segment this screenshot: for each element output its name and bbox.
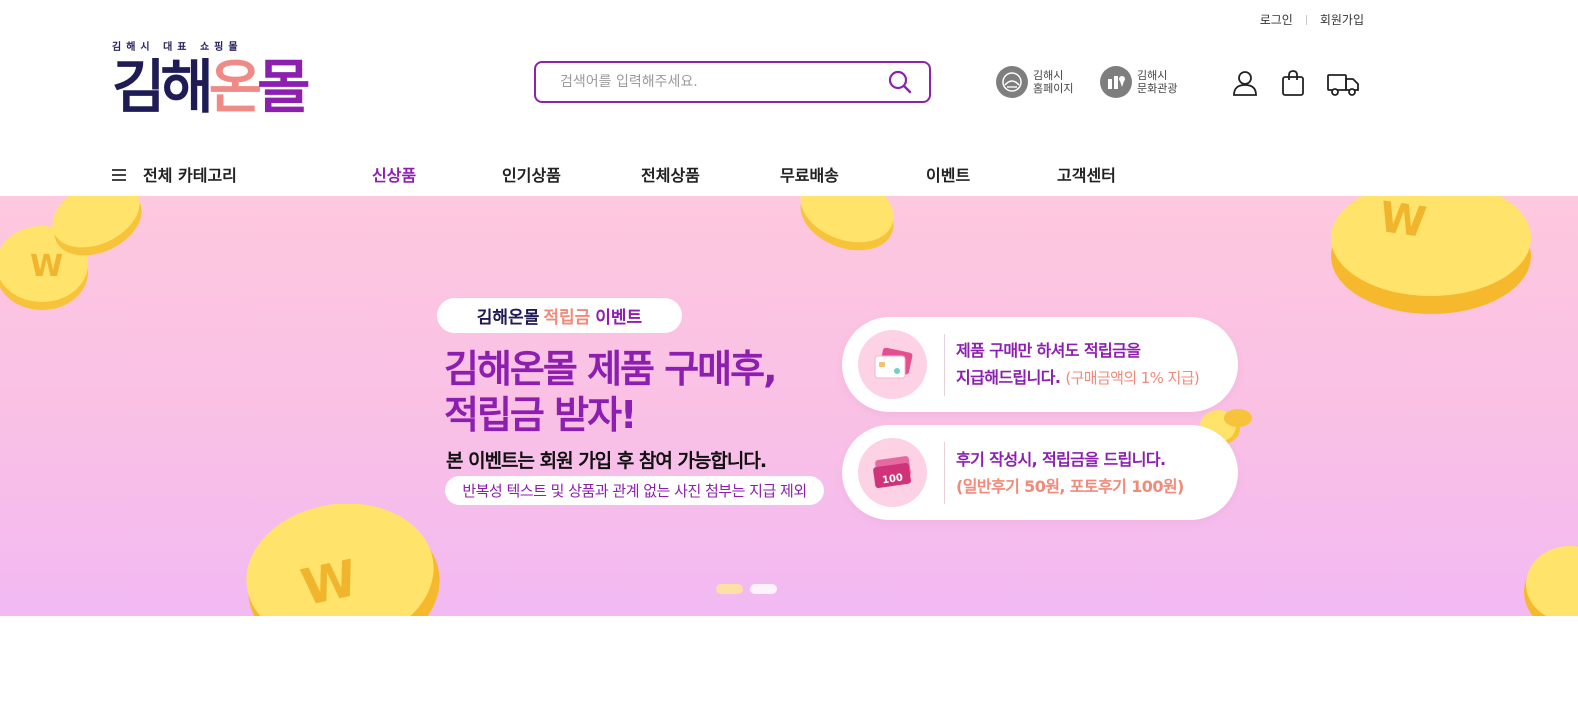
coin-decoration (800, 196, 894, 251)
event-tag-reward: 적립금 (543, 308, 591, 328)
event-tag: 김해온몰 적립금 이벤트 (437, 298, 682, 333)
review-reward-card: 100 후기 작성시, 적립금을 드립니다. (일반후기 50원, 포토후기 1… (842, 425, 1238, 520)
divider (1305, 14, 1307, 25)
search-input[interactable] (560, 74, 887, 90)
map-pin-icon (1100, 66, 1132, 98)
reward-note: (구매금액의 1% 지급) (1065, 369, 1200, 387)
logo-tagline: 김해시 대표 쇼핑몰 (112, 42, 243, 53)
review-line-1: 후기 작성시, 적립금을 드립니다. (956, 449, 1166, 469)
login-link[interactable]: 로그인 (1260, 11, 1293, 28)
nav-all-products[interactable]: 전체상품 (641, 162, 700, 186)
shopping-bag-icon[interactable] (1279, 69, 1307, 97)
hero-banner[interactable]: W W W 김해온몰 적립금 이벤트 김해온몰 제품 구매후, 적립금 받자! … (0, 196, 1578, 616)
nav-customer-center[interactable]: 고객센터 (1057, 162, 1116, 186)
100-bill-icon: 100 (858, 438, 927, 507)
quick-link-tourism[interactable]: 김해시 문화관광 (1100, 66, 1189, 98)
site-logo[interactable]: 김해시 대표 쇼핑몰 김해온몰 (112, 38, 311, 121)
card-icon (858, 330, 927, 399)
review-reward-text: 후기 작성시, 적립금을 드립니다. (일반후기 50원, 포토후기 100원) (956, 446, 1184, 500)
reward-info-card: 제품 구매만 하셔도 적립금을 지급해드립니다. (구매금액의 1% 지급) (842, 317, 1238, 412)
nav-event[interactable]: 이벤트 (926, 162, 970, 186)
quick-link-label: 김해시 문화관광 (1137, 69, 1178, 95)
banner-notice: 반복성 텍스트 및 상품과 관계 없는 사진 첨부는 지급 제외 (445, 476, 824, 505)
coin-decoration: W (1331, 196, 1531, 314)
all-category-button[interactable]: 전체 카테고리 (112, 162, 237, 186)
logo-part-3: 몰 (257, 53, 310, 121)
all-category-label: 전체 카테고리 (143, 166, 237, 185)
slider-pagination (716, 584, 784, 594)
main-navigation: 전체 카테고리 신상품 인기상품 전체상품 무료배송 이벤트 고객센터 (0, 150, 1578, 196)
delivery-truck-icon[interactable] (1327, 69, 1359, 97)
coin-decoration: W (246, 504, 440, 616)
quick-link-homepage[interactable]: 김해시 홈페이지 (996, 66, 1085, 98)
coin-letter: W (1376, 196, 1429, 247)
reward-line-2: 지급해드립니다. (956, 368, 1061, 387)
logo-wordmark: 김해온몰 (112, 53, 311, 121)
nav-free-shipping[interactable]: 무료배송 (780, 162, 839, 186)
utility-links: 로그인 회원가입 (1260, 11, 1364, 28)
event-tag-brand: 김해온몰 (476, 308, 540, 328)
coin-decoration (1524, 546, 1578, 616)
search-icon[interactable] (887, 69, 913, 95)
city-hall-icon (996, 66, 1028, 98)
nav-new-products[interactable]: 신상품 (372, 162, 416, 186)
reward-info-text: 제품 구매만 하셔도 적립금을 지급해드립니다. (구매금액의 1% 지급) (956, 337, 1200, 392)
coin-decoration (52, 196, 142, 256)
headline-line-2: 적립금 받자! (444, 393, 637, 437)
banner-headline: 김해온몰 제품 구매후, 적립금 받자! (444, 346, 778, 438)
user-icon[interactable] (1231, 69, 1259, 97)
card-divider (944, 441, 945, 504)
review-line-2: (일반후기 50원, 포토후기 100원) (956, 476, 1184, 496)
event-tag-event: 이벤트 (595, 308, 643, 328)
reward-line-1: 제품 구매만 하셔도 적립금을 (956, 341, 1141, 360)
hamburger-icon (112, 168, 126, 181)
headline-line-1: 김해온몰 제품 구매후, (444, 347, 778, 391)
nav-popular-products[interactable]: 인기상품 (502, 162, 561, 186)
logo-part-1: 김해 (112, 53, 214, 121)
search-bar (534, 61, 931, 103)
logo-part-2: 온 (208, 53, 262, 121)
user-actions (1231, 69, 1359, 97)
banner-subtitle: 본 이벤트는 회원 가입 후 참여 가능합니다. (446, 450, 767, 472)
slide-dot-1[interactable] (716, 584, 743, 594)
signup-link[interactable]: 회원가입 (1320, 11, 1364, 28)
quick-link-label: 김해시 홈페이지 (1033, 69, 1074, 95)
card-divider (944, 333, 945, 396)
slide-dot-2[interactable] (750, 584, 777, 594)
